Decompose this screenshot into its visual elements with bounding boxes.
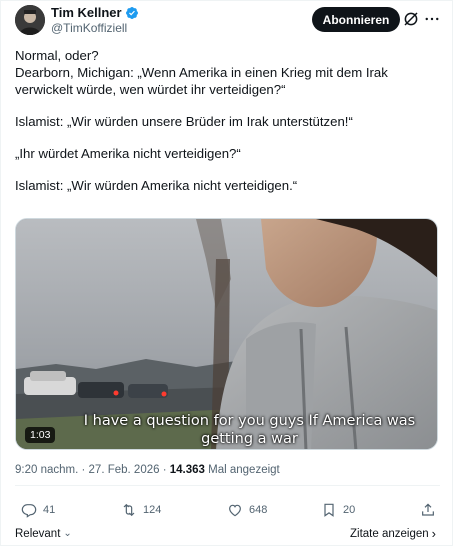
meta-separator: · — [159, 464, 170, 476]
bookmark-icon — [324, 503, 334, 517]
reply-count: 41 — [43, 504, 56, 516]
reply-button[interactable]: 41 — [21, 500, 55, 520]
tweet-line: „Ihr würdet Amerika nicht verteidigen?“ — [15, 146, 241, 161]
tweet-line: Normal, oder? — [15, 48, 99, 63]
repost-button[interactable]: 124 — [121, 500, 161, 520]
action-bar: 41 124 648 20 — [15, 500, 440, 520]
grok-icon[interactable] — [402, 10, 420, 28]
tweet-line: Dearborn, Michigan: „Wenn Amerika in ein… — [15, 65, 388, 97]
divider — [15, 485, 440, 486]
tweet-text: Normal, oder? Dearborn, Michigan: „Wenn … — [15, 47, 443, 194]
repost-icon — [123, 503, 135, 517]
views-label: Mal angezeigt — [208, 464, 280, 476]
video-caption-line2: getting a war — [201, 431, 298, 447]
share-button[interactable] — [420, 500, 442, 520]
tweet-card: Tim Kellner @TimKoffiziell Abonnieren No… — [0, 0, 453, 546]
video-player[interactable]: I have a question for you guys If Americ… — [15, 218, 438, 450]
video-caption-line1: I have a question for you guys If Americ… — [83, 413, 416, 429]
more-icon[interactable] — [423, 10, 441, 28]
tweet-date[interactable]: 27. Feb. 2026 — [89, 464, 160, 476]
verified-badge-icon — [125, 7, 138, 19]
chevron-right-icon: › — [431, 526, 436, 541]
tweet-time[interactable]: 9:20 nachm. — [15, 464, 78, 476]
reply-icon — [21, 504, 37, 518]
tweet-line: Islamist: „Wir würden unsere Brüder im I… — [15, 114, 353, 129]
avatar[interactable] — [15, 5, 45, 35]
author-name-text[interactable]: Tim Kellner — [51, 5, 122, 21]
share-icon — [422, 503, 434, 516]
bookmark-count: 20 — [343, 504, 356, 516]
chevron-down-icon: ⌄ — [63, 528, 72, 539]
sort-label: Relevant — [15, 528, 61, 540]
video-duration-badge: 1:03 — [25, 427, 56, 443]
author-handle[interactable]: @TimKoffiziell — [51, 21, 127, 36]
sort-dropdown[interactable]: Relevant ⌄ — [15, 527, 72, 541]
tweet-meta: 9:20 nachm. · 27. Feb. 2026 · 14.363 Mal… — [15, 463, 280, 478]
follow-button[interactable]: Abonnieren — [312, 7, 400, 32]
like-button[interactable]: 648 — [227, 500, 267, 520]
meta-separator: · — [78, 464, 89, 476]
views-count: 14.363 — [169, 464, 205, 476]
heart-icon — [229, 504, 241, 517]
quotes-label: Zitate anzeigen — [350, 528, 429, 540]
bookmark-button[interactable]: 20 — [321, 500, 355, 520]
view-quotes-link[interactable]: Zitate anzeigen › — [350, 527, 436, 541]
tweet-line: Islamist: „Wir würden Amerika nicht vert… — [15, 178, 298, 193]
repost-count: 124 — [143, 504, 162, 516]
avatar-image — [15, 5, 45, 35]
like-count: 648 — [249, 504, 268, 516]
author-name[interactable]: Tim Kellner — [51, 5, 139, 21]
